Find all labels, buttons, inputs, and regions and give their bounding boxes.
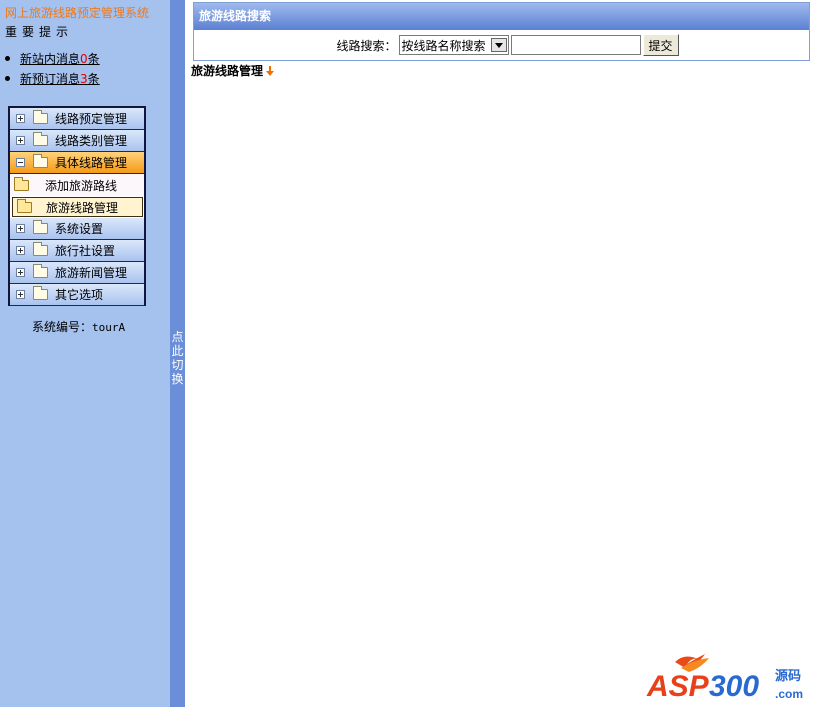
menu-item-label: 具体线路管理 [55,156,128,170]
search-type-select[interactable]: 按线路名称搜索 [398,35,509,55]
submenu-item-label: 旅游线路管理 [46,200,119,215]
submenu-item-label: 添加旅游路线 [45,178,118,193]
menu-item-system-settings[interactable]: 系统设置 [10,218,144,240]
menu-item-route-booking[interactable]: 线路预定管理 [10,108,144,130]
notice-suffix: 条 [87,52,100,66]
menu-item-label: 线路类别管理 [55,134,128,148]
folder-open-icon [33,154,48,168]
bullet-icon [5,56,10,61]
expand-icon [16,224,25,233]
menu-item-label: 旅游新闻管理 [55,266,128,280]
sidebar-toggle[interactable]: 点此切换 [170,0,185,707]
submenu-item-route-manage[interactable]: 旅游线路管理 [12,197,143,217]
folder-icon [33,264,48,278]
search-type-value: 按线路名称搜索 [401,38,486,53]
folder-icon [14,176,29,191]
app-title: 网上旅游线路预定管理系统 [5,6,150,20]
notice-title: 重要提示 [5,25,74,39]
folder-icon [33,110,48,124]
notice-link[interactable]: 新站内消息0条 [20,50,100,67]
nav-menu: 线路预定管理 线路类别管理 具体线路管理 添加旅游路线 旅游线路管理 系统设置 [8,106,146,306]
svg-text:.com: .com [775,687,803,701]
menu-item-agency-settings[interactable]: 旅行社设置 [10,240,144,262]
notice-suffix: 条 [87,72,100,86]
expand-icon [16,114,25,123]
expand-icon [16,246,25,255]
expand-icon [16,290,25,299]
svg-text:ASP: ASP [646,670,710,703]
search-form: 线路搜索： 按线路名称搜索 提交 [194,30,809,60]
folder-icon [33,220,48,234]
search-panel: 旅游线路搜索 线路搜索： 按线路名称搜索 提交 [193,2,810,61]
menu-item-other-options[interactable]: 其它选项 [10,284,144,306]
menu-item-route-detail[interactable]: 具体线路管理 [10,152,144,174]
expand-icon [16,136,25,145]
main-content: 旅游线路搜索 线路搜索： 按线路名称搜索 提交 旅游线路管理 [185,0,817,707]
notice-link[interactable]: 新预订消息3条 [20,70,100,87]
folder-icon [17,198,32,213]
search-panel-title: 旅游线路搜索 [194,3,809,30]
submenu-item-add-route[interactable]: 添加旅游路线 [10,174,144,196]
menu-item-label: 旅行社设置 [55,244,116,258]
notice-prefix: 新站内消息 [20,52,81,66]
menu-item-label: 系统设置 [55,222,104,236]
menu-item-news-manage[interactable]: 旅游新闻管理 [10,262,144,284]
system-id-label: 系统编号： [32,320,93,334]
svg-text:300: 300 [709,670,759,703]
sidebar-toggle-label: 点此切换 [171,330,184,386]
notice-prefix: 新预订消息 [20,72,81,86]
folder-icon [33,132,48,146]
search-label: 线路搜索： [336,38,397,53]
arrow-down-icon [266,65,275,77]
page-title-text: 旅游线路管理 [191,64,264,78]
notice-item-bookings[interactable]: 新预订消息3条 [5,70,100,87]
bullet-icon [5,76,10,81]
folder-icon [33,242,48,256]
page-title: 旅游线路管理 [191,62,275,79]
watermark-logo: ASP 300 源码 .com [646,654,803,703]
notice-item-messages[interactable]: 新站内消息0条 [5,50,100,67]
menu-item-label: 其它选项 [55,288,104,302]
expand-icon [16,268,25,277]
menu-item-label: 线路预定管理 [55,112,128,126]
notice-count: 0 [80,52,88,66]
system-id-code: tourA [92,321,126,334]
svg-text:源码: 源码 [775,668,801,684]
search-input[interactable] [510,35,641,55]
folder-icon [33,286,48,300]
collapse-icon [16,158,25,167]
notice-count: 3 [80,72,88,86]
sidebar: 网上旅游线路预定管理系统 重要提示 新站内消息0条 新预订消息3条 线路预定管理… [0,0,170,707]
menu-item-route-category[interactable]: 线路类别管理 [10,130,144,152]
chevron-down-icon[interactable] [490,38,507,52]
system-id: 系统编号：tourA [32,318,125,335]
submit-button[interactable]: 提交 [642,34,679,56]
